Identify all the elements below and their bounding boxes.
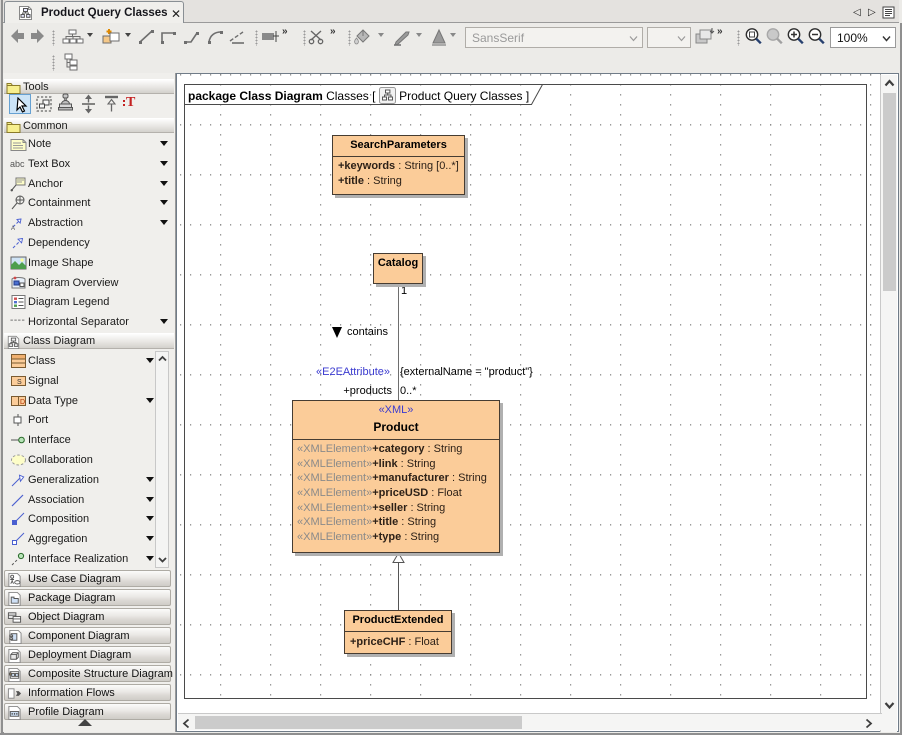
svg-text:S: S (17, 379, 22, 386)
svg-text:A: A (11, 226, 15, 231)
svg-text:D: D (20, 399, 25, 406)
